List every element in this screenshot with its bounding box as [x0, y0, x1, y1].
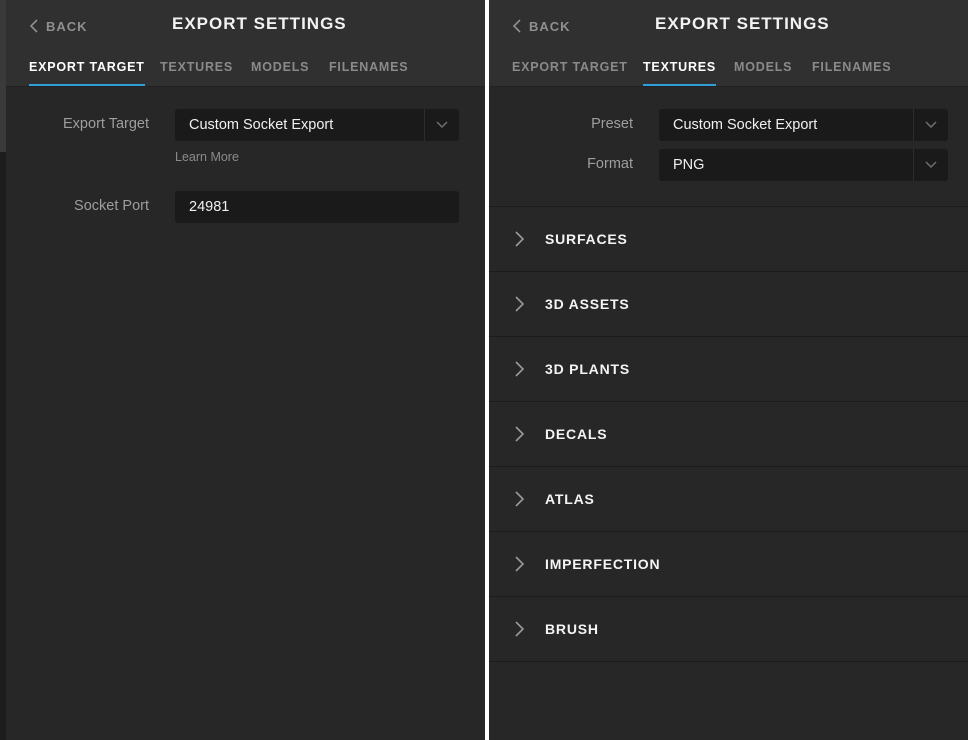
format-select[interactable]: PNG — [659, 149, 948, 181]
section-label: DECALS — [545, 426, 608, 442]
tab-textures[interactable]: TEXTURES — [160, 60, 233, 84]
section-label: ATLAS — [545, 491, 595, 507]
export-settings-panel-right: BACK EXPORT SETTINGS EXPORT TARGET TEXTU… — [489, 0, 968, 740]
section-atlas[interactable]: ATLAS — [489, 466, 968, 531]
section-surfaces[interactable]: SURFACES — [489, 206, 968, 271]
export-target-select[interactable]: Custom Socket Export — [175, 109, 459, 141]
back-label: BACK — [529, 18, 571, 34]
export-target-value: Custom Socket Export — [189, 117, 334, 133]
chevron-right-icon — [515, 231, 524, 247]
section-imperfection[interactable]: IMPERFECTION — [489, 531, 968, 596]
section-label: IMPERFECTION — [545, 556, 661, 572]
page-title: EXPORT SETTINGS — [655, 14, 830, 33]
section-label: BRUSH — [545, 621, 599, 637]
back-label: BACK — [46, 18, 88, 34]
back-button[interactable]: BACK — [30, 16, 88, 36]
preset-value: Custom Socket Export — [673, 117, 818, 133]
chevron-down-icon — [925, 121, 937, 129]
tab-textures[interactable]: TEXTURES — [643, 60, 717, 86]
learn-more-link[interactable]: Learn More — [175, 150, 239, 164]
chevron-left-icon — [513, 19, 521, 33]
tab-filenames[interactable]: FILENAMES — [329, 60, 408, 84]
socket-port-input[interactable]: 24981 — [175, 191, 459, 223]
tab-export-target[interactable]: EXPORT TARGET — [29, 60, 145, 86]
page-title: EXPORT SETTINGS — [172, 14, 347, 33]
section-label: SURFACES — [545, 231, 628, 247]
tab-models[interactable]: MODELS — [251, 60, 309, 84]
preset-select[interactable]: Custom Socket Export — [659, 109, 948, 141]
preset-label: Preset — [591, 116, 633, 132]
chevron-right-icon — [515, 361, 524, 377]
dropdown-toggle[interactable] — [913, 149, 948, 181]
chevron-down-icon — [925, 161, 937, 169]
section-label: 3D PLANTS — [545, 361, 630, 377]
chevron-right-icon — [515, 426, 524, 442]
format-value: PNG — [673, 157, 705, 173]
chevron-left-icon — [30, 19, 38, 33]
export-target-label: Export Target — [63, 116, 149, 132]
dropdown-toggle[interactable] — [424, 109, 459, 141]
section-brush[interactable]: BRUSH — [489, 596, 968, 662]
tab-models[interactable]: MODELS — [734, 60, 792, 84]
dropdown-toggle[interactable] — [913, 109, 948, 141]
tab-filenames[interactable]: FILENAMES — [812, 60, 891, 84]
chevron-down-icon — [436, 121, 448, 129]
tab-bar: EXPORT TARGET TEXTURES MODELS FILENAMES — [489, 60, 968, 86]
socket-port-value: 24981 — [189, 199, 230, 215]
back-button[interactable]: BACK — [513, 16, 571, 36]
header: BACK EXPORT SETTINGS EXPORT TARGET TEXTU… — [6, 0, 485, 87]
section-decals[interactable]: DECALS — [489, 401, 968, 466]
section-label: 3D ASSETS — [545, 296, 630, 312]
tab-bar: EXPORT TARGET TEXTURES MODELS FILENAMES — [6, 60, 485, 86]
chevron-right-icon — [515, 556, 524, 572]
section-3d-plants[interactable]: 3D PLANTS — [489, 336, 968, 401]
texture-sections: SURFACES 3D ASSETS 3D PLANTS DECALS ATLA… — [489, 206, 968, 662]
section-3d-assets[interactable]: 3D ASSETS — [489, 271, 968, 336]
chevron-right-icon — [515, 491, 524, 507]
scrollbar-track[interactable] — [0, 0, 6, 740]
export-settings-panel-left: BACK EXPORT SETTINGS EXPORT TARGET TEXTU… — [0, 0, 485, 740]
format-label: Format — [587, 156, 633, 172]
tab-export-target[interactable]: EXPORT TARGET — [512, 60, 628, 84]
chevron-right-icon — [515, 296, 524, 312]
header: BACK EXPORT SETTINGS EXPORT TARGET TEXTU… — [489, 0, 968, 87]
chevron-right-icon — [515, 621, 524, 637]
socket-port-label: Socket Port — [74, 198, 149, 214]
